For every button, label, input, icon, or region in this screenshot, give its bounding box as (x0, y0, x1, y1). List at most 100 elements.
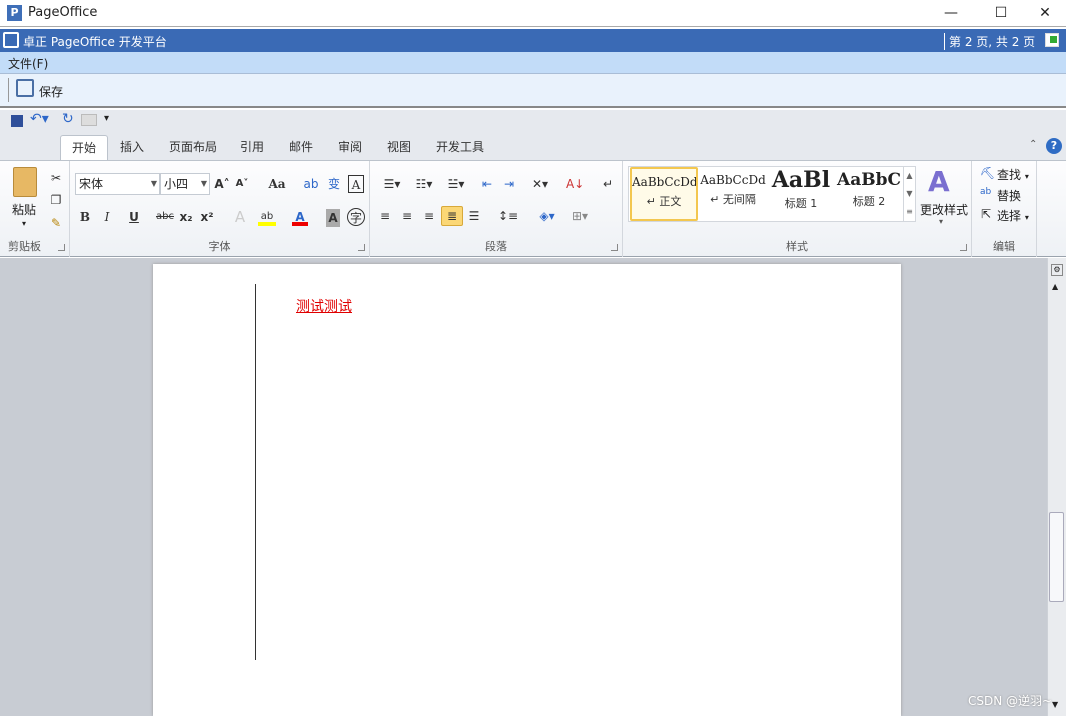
align-right-icon[interactable]: ≡ (420, 207, 438, 225)
style-gallery-scroll[interactable]: ▲ ▼ ≡ (903, 167, 915, 221)
distribute-icon[interactable]: ☰ (465, 207, 483, 225)
dialog-launcher-icon[interactable] (611, 244, 618, 251)
decrease-indent-icon[interactable]: ⇤ (478, 175, 496, 193)
save-icon[interactable] (16, 79, 34, 97)
document-text[interactable]: 测试测试 (296, 296, 352, 316)
select-icon: ⇱ (981, 207, 992, 221)
document-page[interactable] (153, 264, 901, 716)
pageoffice-header: 卓正 PageOffice 开发平台 第 2 页, 共 2 页 (0, 29, 1066, 52)
highlight-icon[interactable]: ab (258, 208, 276, 226)
quick-access-toolbar: ↶▾ ↻ ▾ (0, 110, 1066, 133)
underline-button[interactable]: U (122, 208, 146, 226)
tab-page-layout[interactable]: 页面布局 (158, 135, 228, 160)
replace-icon: ab (980, 187, 992, 197)
maximize-button[interactable]: ☐ (978, 0, 1024, 27)
find-button[interactable]: 查找 ▾ (997, 166, 1029, 183)
style-heading-2[interactable]: AaBbC 标题 2 (835, 167, 903, 221)
collapse-ribbon-icon[interactable]: ⌃ (1029, 139, 1037, 150)
scroll-down-icon[interactable]: ▼ (1052, 700, 1058, 709)
tab-review[interactable]: 审阅 (327, 135, 373, 160)
align-center-icon[interactable]: ≡ (398, 207, 416, 225)
save-button[interactable]: 保存 (39, 83, 63, 100)
copy-icon[interactable]: ❐ (48, 191, 64, 209)
replace-button[interactable]: 替换 (997, 187, 1021, 204)
tab-mailings[interactable]: 邮件 (278, 135, 324, 160)
line-spacing-icon[interactable]: ↕≡ (495, 207, 521, 225)
text-effect-icon[interactable]: A (230, 208, 250, 226)
sort-icon[interactable]: A↓ (566, 175, 584, 193)
shrink-font-icon[interactable]: A˅ (234, 175, 250, 193)
dialog-launcher-icon[interactable] (358, 244, 365, 251)
change-styles-button[interactable]: 更改样式 (920, 201, 968, 218)
scroll-up-icon[interactable]: ▲ (1052, 282, 1058, 291)
bold-button[interactable]: B (78, 208, 92, 226)
dialog-launcher-icon[interactable] (960, 244, 967, 251)
customize-qat-icon[interactable]: ▾ (104, 113, 109, 124)
ribbon-tabs: 开始 插入 页面布局 引用 邮件 审阅 视图 开发工具 ⌃ ? (0, 133, 1066, 160)
char-shading-icon[interactable]: A (326, 209, 340, 227)
tab-home[interactable]: 开始 (60, 135, 109, 160)
font-size-select[interactable]: 小四 ▼ (160, 173, 210, 195)
change-styles-icon[interactable]: A (928, 165, 950, 198)
scrollbar-thumb[interactable] (1049, 512, 1064, 602)
align-left-icon[interactable]: ≡ (376, 207, 394, 225)
paste-button[interactable]: 粘贴 (12, 201, 36, 218)
minimize-button[interactable]: — (928, 0, 974, 27)
tab-developer[interactable]: 开发工具 (425, 135, 495, 160)
close-button[interactable]: ✕ (1022, 0, 1066, 27)
asian-layout-icon[interactable]: ✕▾ (528, 175, 552, 193)
strikethrough-button[interactable]: abc (154, 208, 176, 226)
group-label: 编辑 (993, 240, 1015, 253)
font-name-select[interactable]: 宋体 ▼ (75, 173, 160, 195)
style-no-spacing[interactable]: AaBbCcDd ↵ 无间隔 (699, 167, 767, 221)
enclosed-char-icon[interactable]: 字 (347, 208, 365, 226)
paste-icon[interactable] (13, 167, 37, 197)
shading-icon[interactable]: ◈▾ (533, 207, 561, 225)
enclose-char-icon[interactable]: 变 (325, 175, 343, 193)
select-label: 选择 (997, 209, 1022, 223)
tab-references[interactable]: 引用 (229, 135, 275, 160)
increase-indent-icon[interactable]: ⇥ (500, 175, 518, 193)
find-label: 查找 (997, 168, 1022, 182)
menu-file[interactable]: 文件(F) (8, 55, 48, 72)
ruler-toggle-icon[interactable]: ⚙ (1051, 264, 1063, 276)
format-painter-icon[interactable]: ✎ (48, 214, 64, 232)
undo-icon[interactable]: ↶▾ (30, 111, 49, 127)
group-styles: AaBbCcDd ↵ 正文 AaBbCcDd ↵ 无间隔 AaBl 标题 1 AaBb… (623, 161, 972, 257)
style-normal[interactable]: AaBbCcDd ↵ 正文 (630, 167, 698, 221)
borders-icon[interactable]: ⊞▾ (566, 207, 594, 225)
custom-toolbar: 保存 (0, 74, 1066, 108)
superscript-button[interactable]: x² (199, 208, 215, 226)
paste-dropdown-icon[interactable]: ▾ (22, 219, 26, 228)
menu-bar: 文件(F) (0, 52, 1066, 74)
select-button[interactable]: 选择 ▾ (997, 207, 1029, 224)
grow-font-icon[interactable]: A˄ (214, 175, 230, 193)
qat-save-icon[interactable] (11, 115, 23, 127)
char-border-icon[interactable]: A (348, 175, 364, 193)
justify-icon[interactable]: ≣ (441, 206, 463, 226)
redo-icon[interactable]: ↻ (62, 111, 74, 127)
dialog-launcher-icon[interactable] (58, 244, 65, 251)
help-icon[interactable]: ? (1046, 138, 1062, 154)
change-styles-dropdown-icon[interactable]: ▾ (939, 217, 943, 226)
style-heading-1[interactable]: AaBl 标题 1 (767, 167, 835, 221)
window-title: PageOffice (28, 5, 98, 20)
italic-button[interactable]: I (100, 208, 114, 226)
numbering-icon[interactable]: ☷▾ (410, 175, 438, 193)
fullscreen-icon[interactable] (1045, 33, 1059, 47)
subscript-button[interactable]: x₂ (178, 208, 194, 226)
show-marks-icon[interactable]: ↵ (600, 175, 616, 193)
tab-view[interactable]: 视图 (376, 135, 422, 160)
pinyin-guide-icon[interactable]: ab (302, 175, 320, 193)
vertical-scrollbar[interactable]: ⚙ ▲ ▼ (1047, 258, 1066, 716)
change-case-button[interactable]: Aa (265, 175, 289, 193)
tab-insert[interactable]: 插入 (109, 135, 155, 160)
open-folder-icon[interactable] (81, 114, 97, 126)
font-color-icon[interactable]: A (292, 208, 308, 226)
cut-icon[interactable]: ✂ (48, 169, 64, 187)
bullets-icon[interactable]: ☰▾ (378, 175, 406, 193)
style-name: ↵ 无间隔 (710, 193, 756, 206)
group-font: 宋体 ▼ 小四 ▼ A˄ A˅ Aa ab 变 A B I U abc x₂ x² … (70, 161, 370, 257)
multilevel-list-icon[interactable]: ☱▾ (442, 175, 470, 193)
window-titlebar: P PageOffice — ☐ ✕ (0, 0, 1066, 27)
